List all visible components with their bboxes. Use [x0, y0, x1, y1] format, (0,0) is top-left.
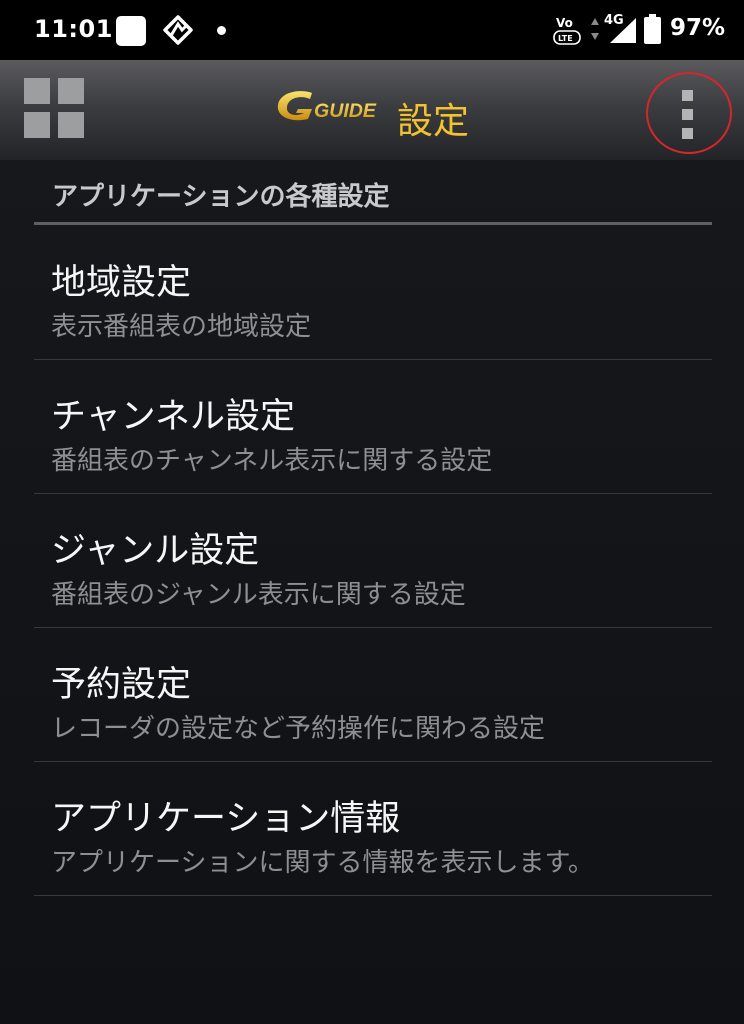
item-title: ジャンル設定	[51, 531, 260, 571]
notification-dot-icon	[217, 26, 226, 35]
grid-menu-icon[interactable]	[24, 78, 86, 140]
item-title: アプリケーション情報	[51, 799, 401, 839]
item-title: 予約設定	[51, 665, 192, 705]
item-subtitle: 番組表のチャンネル表示に関する設定	[51, 446, 493, 476]
item-title: チャンネル設定	[51, 397, 295, 437]
svg-text:LTE: LTE	[558, 34, 573, 43]
settings-item-region[interactable]: 地域設定 表示番組表の地域設定	[34, 226, 712, 360]
item-title: 地域設定	[51, 263, 192, 303]
item-subtitle: アプリケーションに関する情報を表示します。	[51, 848, 594, 878]
overflow-menu-icon[interactable]	[646, 72, 736, 158]
item-subtitle: レコーダの設定など予約操作に関わる設定	[51, 714, 546, 744]
settings-screen: 11:01 Vo LTE 4G 97% GUIDE 設定 アプリケーションの各種…	[0, 0, 744, 1024]
battery-icon	[644, 14, 661, 44]
logo-text: GUIDE	[314, 101, 377, 122]
data-arrows-icon	[591, 18, 599, 40]
grid-cell	[24, 112, 50, 138]
notification-square-icon	[116, 16, 146, 46]
svg-text:Vo: Vo	[556, 16, 573, 30]
grid-cell	[58, 78, 84, 104]
settings-item-genre[interactable]: ジャンル設定 番組表のジャンル表示に関する設定	[34, 494, 712, 628]
page-title: 設定	[397, 101, 470, 142]
app-bar: GUIDE 設定	[0, 60, 744, 160]
settings-item-reservation[interactable]: 予約設定 レコーダの設定など予約操作に関わる設定	[34, 628, 712, 762]
overflow-dot	[682, 109, 693, 120]
section-header: アプリケーションの各種設定	[52, 182, 390, 212]
volte-icon: Vo LTE	[553, 16, 581, 45]
settings-item-app-info[interactable]: アプリケーション情報 アプリケーションに関する情報を表示します。	[34, 762, 712, 896]
grid-cell	[24, 78, 50, 104]
gguide-logo: GUIDE	[277, 91, 377, 122]
overflow-dot	[682, 90, 693, 101]
status-bar: 11:01 Vo LTE 4G 97%	[0, 0, 744, 60]
overflow-dot	[682, 128, 693, 139]
item-subtitle: 表示番組表の地域設定	[51, 312, 312, 342]
sync-icon	[163, 15, 193, 45]
item-subtitle: 番組表のジャンル表示に関する設定	[51, 580, 466, 610]
signal-icon	[610, 18, 636, 43]
status-time: 11:01	[34, 15, 113, 43]
grid-cell	[58, 112, 84, 138]
settings-item-channel[interactable]: チャンネル設定 番組表のチャンネル表示に関する設定	[34, 360, 712, 494]
battery-percent: 97%	[670, 15, 726, 41]
section-divider	[34, 222, 712, 225]
